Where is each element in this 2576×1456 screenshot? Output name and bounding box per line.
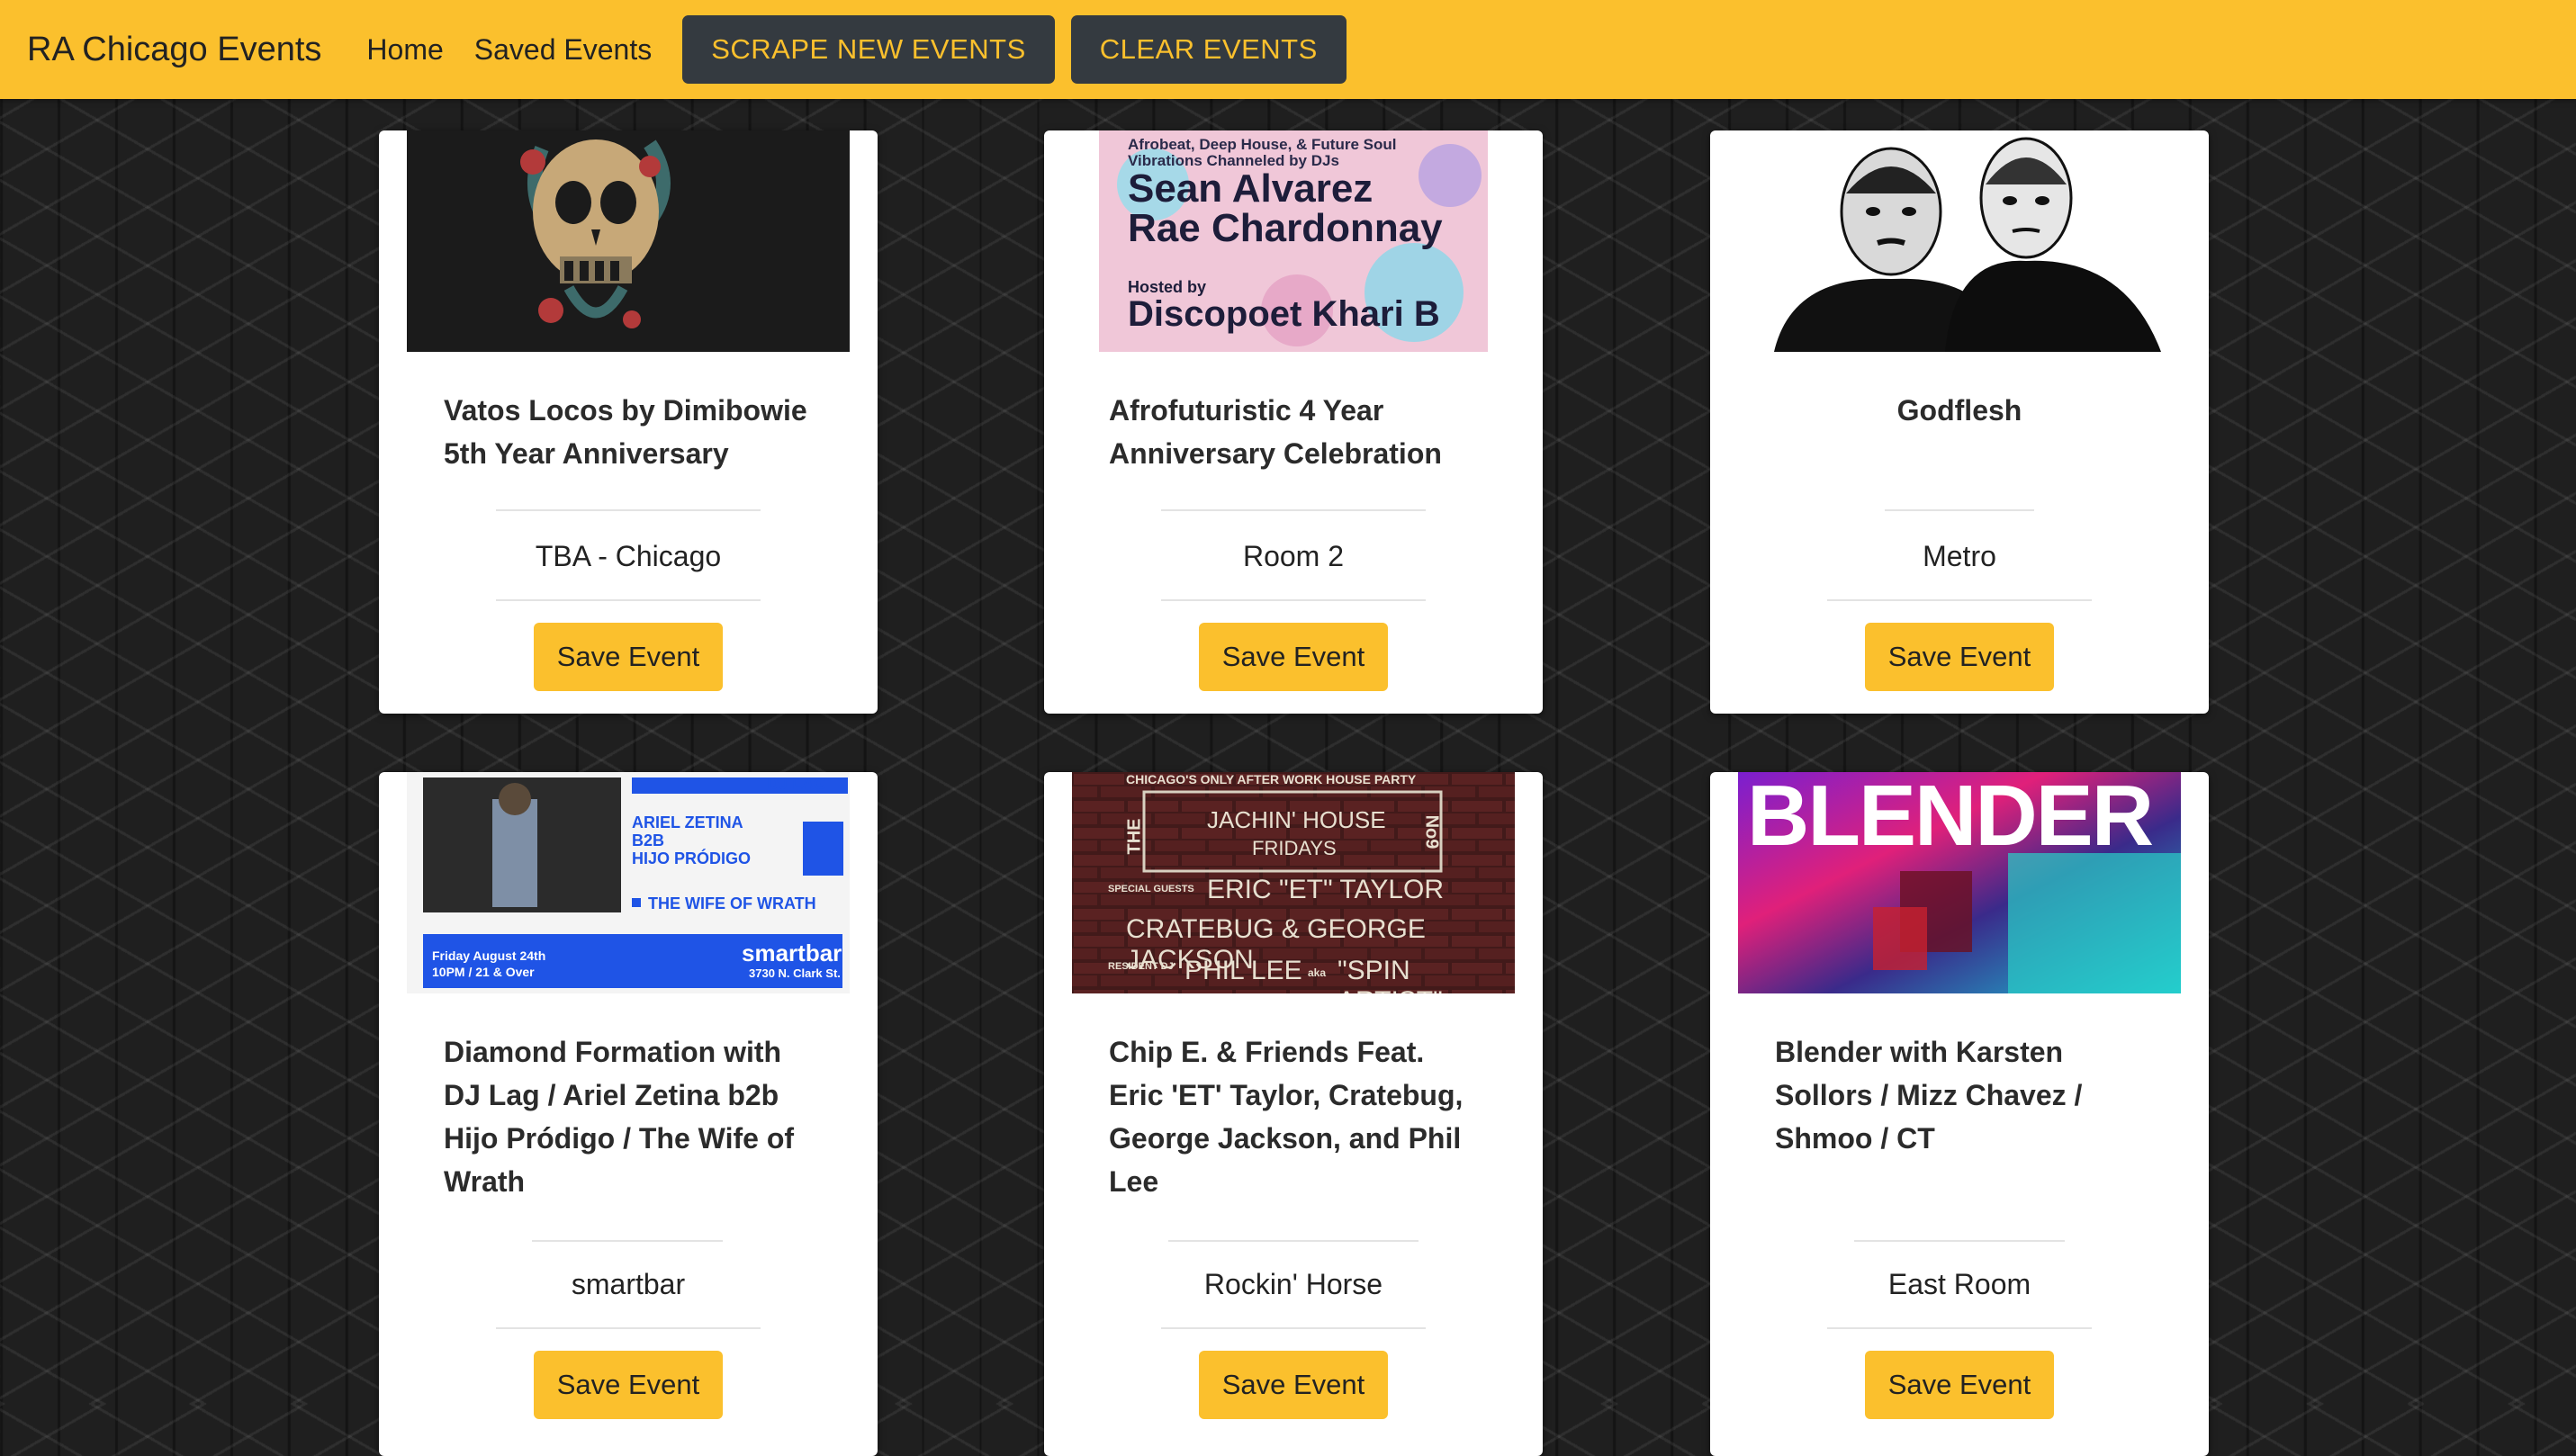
save-event-button[interactable]: Save Event [1199,1351,1388,1419]
poster-text: PHIL LEE [1184,956,1302,985]
brand-link[interactable]: RA Chicago Events [27,31,321,69]
navbar: RA Chicago Events Home Saved Events SCRA… [0,0,2576,99]
event-image: DJ LAG ARIEL ZETINA B2B HIJO PRÓDIGO THE… [407,772,850,993]
poster-text: HIJO PRÓDIGO [632,849,752,867]
poster-text: aka [1308,966,1327,979]
poster-text: JACHIN' HOUSE [1207,806,1386,833]
poster-text: No9 [1421,814,1442,849]
poster-text: Friday August 24th [432,948,546,963]
divider [1161,1327,1426,1329]
event-card: BLENDER Blender with Karsten Sollors / M… [1710,772,2209,1456]
save-event-button[interactable]: Save Event [534,1351,723,1419]
poster-text: 3730 N. Clark St. [749,966,841,980]
event-image: CHICAGO'S ONLY AFTER WORK HOUSE PARTY TH… [1072,772,1515,993]
event-title: Blender with Karsten Sollors / Mizz Chav… [1775,1036,2083,1155]
skull-artwork-icon [407,130,850,352]
divider [1885,509,2034,511]
divider [496,599,761,601]
poster-text: Afrobeat, Deep House, & Future Soul [1128,136,1397,153]
divider [1168,1240,1419,1242]
divider [1161,509,1426,511]
clear-events-button[interactable]: CLEAR EVENTS [1070,15,1347,84]
poster-text: Discopoet Khari B [1128,294,1440,334]
divider [1854,1240,2065,1242]
poster-text: THE [1124,818,1145,855]
save-event-button[interactable]: Save Event [1865,1351,2054,1419]
event-venue: Metro [1923,540,1996,572]
poster-text: smartbar [742,939,842,966]
divider [532,1240,723,1242]
poster-text: FRIDAYS [1252,837,1337,859]
event-title: Godflesh [1896,394,2022,427]
save-event-button[interactable]: Save Event [1199,623,1388,691]
event-title: Afrofuturistic 4 Year Anniversary Celebr… [1109,394,1442,470]
event-image [407,130,850,352]
save-event-button[interactable]: Save Event [1865,623,2054,691]
event-image: BLENDER [1738,772,2181,993]
event-title: Chip E. & Friends Feat. Eric 'ET' Taylor… [1109,1036,1464,1198]
poster-text: Rae Chardonnay [1128,206,1443,250]
poster-text: "SPIN ARTIST" [1338,956,1443,993]
divider [1827,1327,2092,1329]
artist-photo-icon [1738,130,2181,352]
poster-text: ARIEL ZETINA [632,813,743,831]
event-title: Diamond Formation with DJ Lag / Ariel Ze… [444,1036,795,1198]
event-venue: TBA - Chicago [535,540,722,572]
poster-text: BLENDER [1747,772,2154,864]
poster-text: SPECIAL GUESTS [1108,884,1194,894]
save-event-button[interactable]: Save Event [534,623,723,691]
event-card: Godflesh Metro Save Event [1710,130,2209,714]
divider [496,1327,761,1329]
poster-text: Sean Alvarez [1128,166,1374,211]
divider [1827,599,2092,601]
event-card: DJ LAG ARIEL ZETINA B2B HIJO PRÓDIGO THE… [379,772,878,1456]
event-venue: smartbar [571,1268,686,1300]
poster-text: ERIC "ET" TAYLOR [1207,875,1445,904]
scrape-new-events-button[interactable]: SCRAPE NEW EVENTS [682,15,1055,84]
event-title: Vatos Locos by Dimibowie 5th Year Annive… [444,394,807,470]
poster-text: RESIDENT DJ [1108,961,1174,972]
event-venue: Rockin' Horse [1203,1268,1383,1300]
event-venue: Room 2 [1242,540,1345,572]
divider [1161,599,1426,601]
poster-text: THE WIFE OF WRATH [648,894,816,912]
poster-text: CHICAGO'S ONLY AFTER WORK HOUSE PARTY [1126,772,1417,786]
nav-saved-events-link[interactable]: Saved Events [474,33,652,67]
event-card: Afrobeat, Deep House, & Future Soul Vibr… [1044,130,1543,714]
poster-text: 10PM / 21 & Over [432,965,535,979]
poster-text: DJ LAG [767,775,827,793]
poster-text: B2B [632,831,665,849]
event-card: CHICAGO'S ONLY AFTER WORK HOUSE PARTY TH… [1044,772,1543,1456]
divider [496,509,761,511]
event-image: Afrobeat, Deep House, & Future Soul Vibr… [1072,130,1515,352]
nav-home-link[interactable]: Home [366,33,443,67]
event-image [1738,130,2181,352]
event-card: Vatos Locos by Dimibowie 5th Year Annive… [379,130,878,714]
event-venue: East Room [1887,1268,2031,1300]
